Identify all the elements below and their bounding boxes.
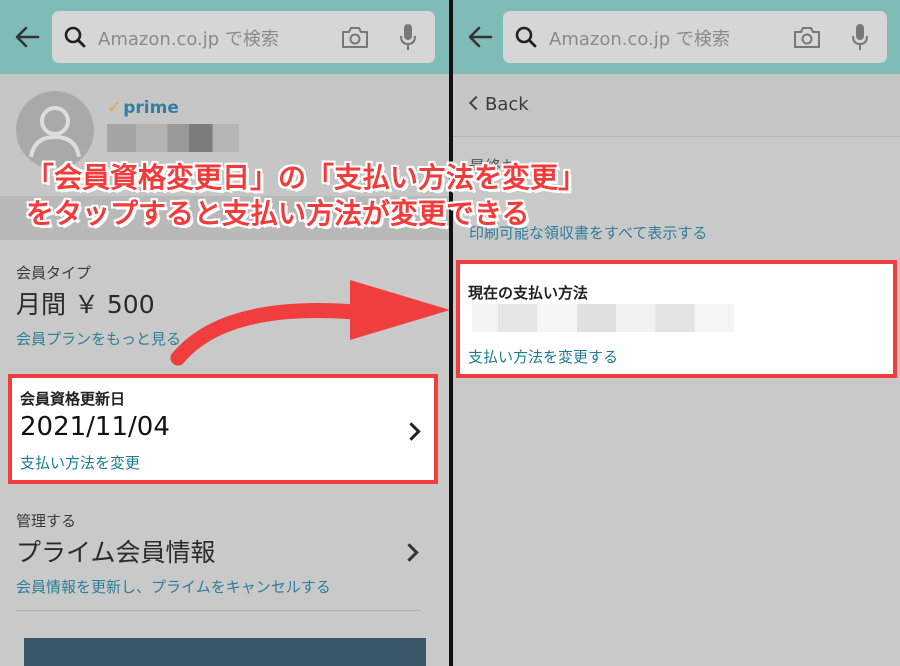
blurred-payment-info xyxy=(472,304,734,332)
member-type-value: 月間 ￥ 500 xyxy=(16,290,155,319)
user-icon xyxy=(29,106,81,158)
back-label: Back xyxy=(485,94,529,115)
microphone-icon[interactable] xyxy=(399,23,417,51)
search-input[interactable]: Amazon.co.jp で検索 xyxy=(503,11,887,63)
view-more-plans-link[interactable]: 会員プランをもっと見る xyxy=(16,328,181,349)
manage-section[interactable]: 管理する プライム会員情報 会員情報を更新し、プライムをキャンセルする xyxy=(16,510,419,597)
change-payment-method-link[interactable]: 支払い方法を変更する xyxy=(468,346,618,367)
divider xyxy=(16,610,421,611)
prime-badge: ✓ prime xyxy=(107,98,179,118)
caption-line-1: 「会員資格変更日」の「支払い方法を変更」 xyxy=(26,161,587,194)
top-bar: Amazon.co.jp で検索 xyxy=(453,0,900,74)
camera-icon[interactable] xyxy=(341,25,369,49)
chevron-right-icon xyxy=(400,543,419,562)
check-icon: ✓ xyxy=(107,98,122,118)
search-placeholder: Amazon.co.jp で検索 xyxy=(549,29,730,50)
member-type-section: 会員タイプ 月間 ￥ 500 会員プランをもっと見る xyxy=(16,262,181,349)
search-icon xyxy=(515,26,537,48)
back-arrow-icon[interactable] xyxy=(14,24,40,50)
update-membership-link[interactable]: 会員情報を更新し、プライムをキャンセルする xyxy=(16,576,331,597)
search-placeholder: Amazon.co.jp で検索 xyxy=(98,29,279,50)
renewal-date-value: 2021/11/04 xyxy=(20,412,170,442)
renewal-date-card[interactable]: 会員資格更新日 2021/11/04 支払い方法を変更 xyxy=(8,374,438,484)
back-button[interactable]: Back xyxy=(453,74,900,137)
chevron-right-icon xyxy=(402,422,421,441)
avatar xyxy=(16,91,94,169)
blurred-user-name xyxy=(107,124,239,152)
top-bar: Amazon.co.jp で検索 xyxy=(0,0,449,74)
promo-banner[interactable] xyxy=(24,638,426,666)
search-icon xyxy=(64,26,86,48)
manage-label: 管理する xyxy=(16,512,77,530)
annotation-caption: 「会員資格変更日」の「支払い方法を変更」 をタップすると支払い方法が変更できる xyxy=(26,160,896,232)
annotation-arrow-icon xyxy=(170,280,450,366)
current-payment-card: 現在の支払い方法 支払い方法を変更する xyxy=(456,260,897,378)
prime-label: prime xyxy=(123,98,179,118)
current-payment-title: 現在の支払い方法 xyxy=(468,284,589,302)
microphone-icon[interactable] xyxy=(851,23,869,51)
change-payment-link[interactable]: 支払い方法を変更 xyxy=(20,452,140,473)
search-input[interactable]: Amazon.co.jp で検索 xyxy=(52,11,435,63)
renewal-date-label: 会員資格更新日 xyxy=(20,390,126,408)
caption-line-2: をタップすると支払い方法が変更できる xyxy=(26,197,530,230)
camera-icon[interactable] xyxy=(793,25,821,49)
chevron-left-icon xyxy=(468,95,484,111)
manage-title: プライム会員情報 xyxy=(16,538,216,567)
member-type-label: 会員タイプ xyxy=(16,264,92,282)
back-arrow-icon[interactable] xyxy=(467,24,493,50)
